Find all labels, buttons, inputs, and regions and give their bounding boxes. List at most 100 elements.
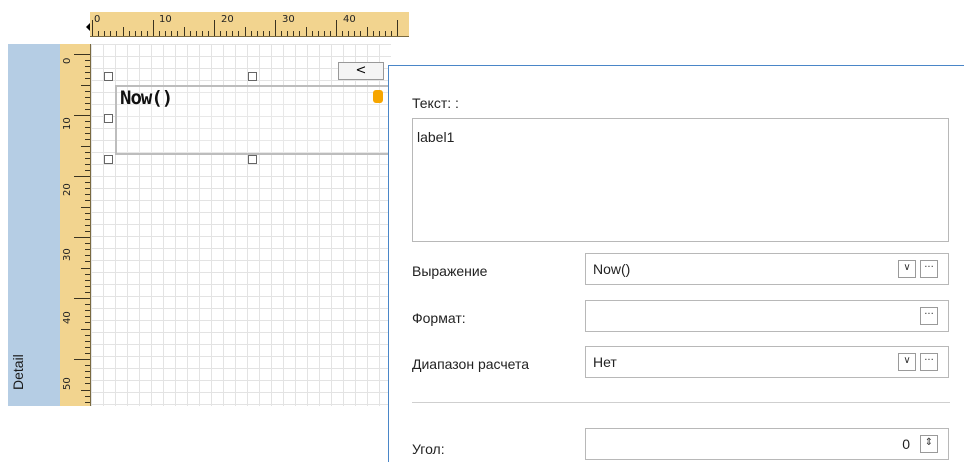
ruler-tick — [104, 31, 106, 36]
range-field[interactable]: Нет ∨ ··· — [585, 346, 949, 378]
expression-label: Выражение — [412, 263, 488, 279]
ruler-tick — [134, 31, 136, 36]
ruler-tick — [281, 31, 283, 36]
ruler-tick — [85, 121, 90, 123]
ruler-tick — [85, 316, 90, 318]
ruler-tick — [177, 31, 179, 36]
ruler-tick — [85, 90, 90, 92]
ruler-tick — [159, 31, 161, 36]
ruler-tick — [85, 139, 90, 141]
resize-handle[interactable] — [104, 114, 113, 123]
ruler-tick — [92, 20, 93, 36]
ruler-tick — [348, 31, 350, 36]
ruler-label: 30 — [62, 248, 73, 261]
resize-handle[interactable] — [104, 155, 113, 164]
ruler-tick — [250, 31, 252, 36]
ruler-tick — [81, 84, 90, 86]
ruler-tick — [299, 31, 301, 36]
ruler-tick — [305, 27, 307, 36]
ruler-tick — [85, 218, 90, 220]
ruler-tick — [85, 255, 90, 257]
ruler-tick — [275, 20, 276, 36]
collapse-panel-button[interactable]: < — [338, 62, 384, 80]
ruler-tick — [85, 285, 90, 287]
vertical-ruler: 0 10 20 30 40 50 — [60, 44, 91, 406]
ruler-tick — [85, 377, 90, 379]
ruler-tick — [74, 237, 90, 238]
ruler-tick — [85, 194, 90, 196]
ruler-label: 50 — [62, 377, 73, 390]
ruler-tick — [244, 27, 246, 36]
ruler-tick — [81, 145, 90, 147]
resize-handle[interactable] — [248, 155, 257, 164]
detail-band-label: Detail — [10, 354, 26, 390]
range-label: Диапазон расчета — [412, 356, 530, 372]
separator — [412, 402, 950, 403]
ruler-tick — [201, 31, 203, 36]
ruler-tick — [85, 182, 90, 184]
ruler-tick — [85, 334, 90, 336]
ruler-tick — [146, 31, 148, 36]
resize-handle[interactable] — [104, 72, 113, 81]
ruler-label: 20 — [221, 14, 234, 25]
ruler-tick — [85, 322, 90, 324]
ellipsis-button[interactable]: ··· — [920, 260, 938, 278]
ruler-tick — [85, 72, 90, 74]
ruler-tick — [85, 151, 90, 153]
expression-value: Now() — [593, 261, 631, 277]
ruler-tick — [323, 31, 325, 36]
database-icon[interactable] — [373, 90, 383, 103]
angle-spinner[interactable]: 0 ⇕ — [585, 428, 949, 460]
ruler-tick — [85, 127, 90, 129]
ruler-tick — [81, 206, 90, 208]
ruler-tick — [372, 31, 374, 36]
ruler-tick — [207, 31, 209, 36]
ruler-tick — [85, 243, 90, 245]
ruler-tick — [165, 31, 167, 36]
ruler-tick — [74, 359, 90, 360]
ruler-tick — [342, 31, 344, 36]
horizontal-ruler: 0 10 20 30 40 — [90, 12, 409, 37]
expression-field[interactable]: Now() ∨ ··· — [585, 253, 949, 285]
ruler-tick — [85, 371, 90, 373]
ruler-tick — [85, 352, 90, 354]
ruler-label: 0 — [94, 14, 101, 25]
ruler-tick — [189, 31, 191, 36]
ruler-tick — [85, 169, 90, 171]
angle-label: Угол: — [412, 441, 445, 457]
report-label-control[interactable]: Now() — [115, 85, 401, 155]
ruler-tick — [116, 31, 118, 36]
ruler-tick — [354, 31, 356, 36]
ruler-tick — [329, 31, 331, 36]
chevron-down-icon[interactable]: ∨ — [898, 260, 916, 278]
text-textarea[interactable]: label1 — [412, 118, 949, 242]
detail-band[interactable] — [8, 44, 61, 406]
ruler-tick — [85, 346, 90, 348]
ruler-tick — [85, 401, 90, 403]
ellipsis-button[interactable]: ··· — [920, 307, 938, 325]
ruler-tick — [110, 31, 112, 36]
chevron-down-icon[interactable]: ∨ — [898, 353, 916, 371]
resize-handle[interactable] — [248, 72, 257, 81]
ruler-label: 10 — [159, 14, 172, 25]
format-field[interactable]: ··· — [585, 300, 949, 332]
ruler-tick — [81, 389, 90, 391]
ruler-tick — [98, 31, 100, 36]
label-control-text: Now() — [120, 87, 173, 109]
ruler-tick — [85, 108, 90, 110]
spin-icon[interactable]: ⇕ — [920, 435, 938, 453]
ruler-label: 30 — [282, 14, 295, 25]
range-value: Нет — [593, 354, 617, 370]
angle-value: 0 — [902, 436, 910, 452]
ruler-tick — [366, 27, 368, 36]
ruler-tick — [85, 310, 90, 312]
ruler-tick — [287, 31, 289, 36]
ruler-tick — [268, 31, 270, 36]
ruler-tick — [81, 328, 90, 330]
ruler-tick — [384, 31, 386, 36]
ruler-tick — [183, 27, 185, 36]
ruler-tick — [85, 304, 90, 306]
ruler-tick — [74, 54, 90, 55]
ellipsis-button[interactable]: ··· — [920, 353, 938, 371]
ruler-label: 0 — [62, 57, 73, 64]
